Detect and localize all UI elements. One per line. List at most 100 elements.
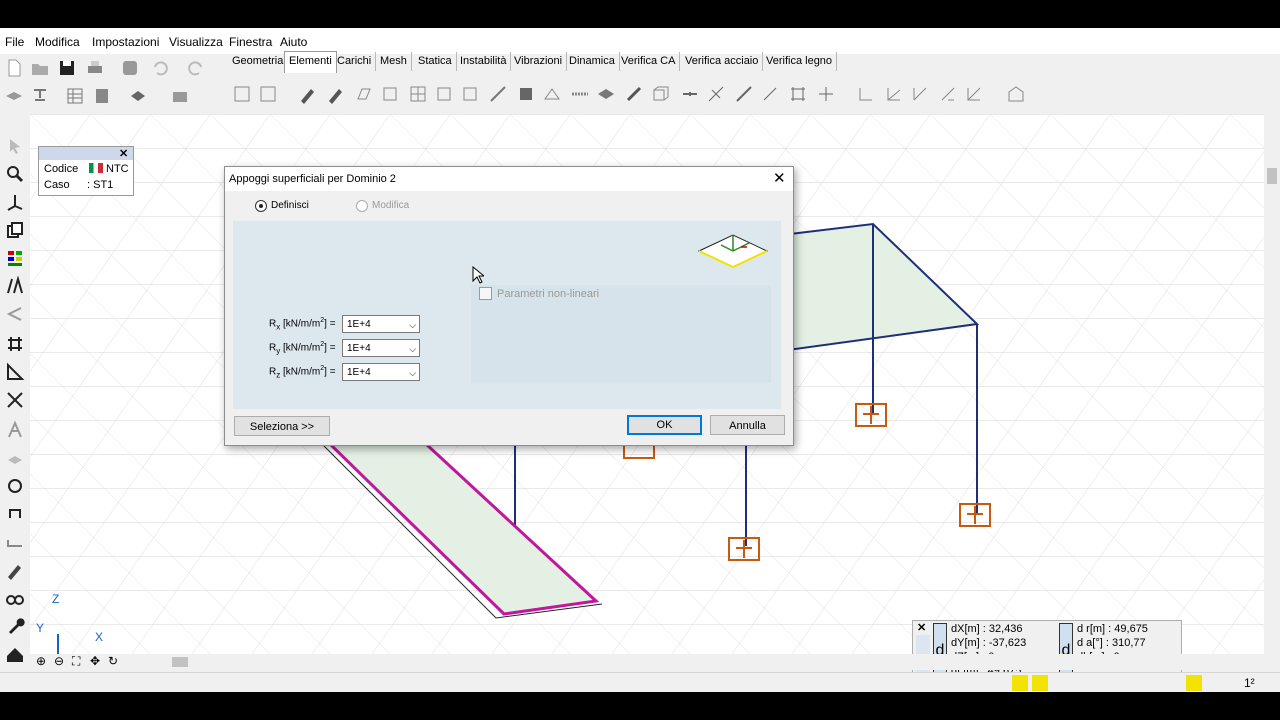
tab-dinamica[interactable]: Dinamica <box>565 52 620 71</box>
diagonal-icon[interactable] <box>734 84 754 104</box>
menu-finestra[interactable]: Finestra <box>229 35 272 49</box>
release-icon[interactable] <box>680 84 700 104</box>
vertical-scroll-thumb[interactable] <box>1267 168 1277 184</box>
pencil-icon[interactable] <box>298 84 318 104</box>
copy-icon[interactable] <box>5 220 25 240</box>
link-icon[interactable] <box>624 84 644 104</box>
grid-icon[interactable] <box>408 84 428 104</box>
table-icon[interactable] <box>65 86 85 106</box>
rotate-icon[interactable] <box>5 476 25 496</box>
glasses-icon[interactable] <box>5 588 25 608</box>
axis-alt-icon[interactable] <box>884 84 904 104</box>
element-tool-1-icon[interactable] <box>232 84 252 104</box>
tab-vibrazioni[interactable]: Vibrazioni <box>510 52 568 71</box>
tab-geometria[interactable]: Geometria <box>228 52 289 71</box>
shell-icon[interactable] <box>380 84 400 104</box>
pointer-icon[interactable] <box>5 136 25 156</box>
redo-icon[interactable] <box>186 58 206 78</box>
open-folder-icon[interactable] <box>30 58 50 78</box>
offset-icon[interactable] <box>5 532 25 552</box>
save-icon[interactable] <box>57 58 77 78</box>
snap-active-icon[interactable] <box>1012 675 1028 691</box>
tab-verifica-acciaio[interactable]: Verifica acciaio <box>681 52 764 71</box>
solid-alt-icon[interactable] <box>460 84 480 104</box>
horizontal-scroll-thumb[interactable] <box>172 657 188 667</box>
tab-mesh[interactable]: Mesh <box>376 52 412 71</box>
export-icon[interactable] <box>128 86 148 106</box>
wrench-icon[interactable] <box>5 616 25 636</box>
print-icon[interactable] <box>85 58 105 78</box>
seleziona-button[interactable]: Seleziona >> <box>234 416 330 436</box>
checkbox-nonlinear[interactable] <box>479 287 492 300</box>
menu-modifica[interactable]: Modifica <box>35 35 80 49</box>
arrows-snap-icon[interactable] <box>1186 675 1202 691</box>
tab-verifica-legno[interactable]: Verifica legno <box>762 52 838 71</box>
home-view-icon[interactable] <box>5 644 25 664</box>
mesh-tool-icon[interactable] <box>816 84 836 104</box>
element-tool-2-icon[interactable] <box>258 84 278 104</box>
wireframe-icon[interactable] <box>650 84 670 104</box>
axes-tool-icon[interactable] <box>5 192 25 212</box>
brush-icon[interactable] <box>5 560 25 580</box>
coords-close-icon[interactable]: ✕ <box>917 621 926 634</box>
axis-xyz-icon[interactable] <box>964 84 984 104</box>
tab-carichi[interactable]: Carichi <box>333 52 377 71</box>
measure-icon[interactable] <box>5 275 25 296</box>
rz-combo[interactable]: 1E+4 ⌵ <box>342 363 420 381</box>
undo-icon[interactable] <box>150 58 170 78</box>
pencil-alt-icon[interactable] <box>326 84 346 104</box>
colors-icon[interactable] <box>5 248 25 268</box>
building-icon[interactable] <box>1006 84 1026 104</box>
bracket-icon[interactable] <box>5 504 25 524</box>
report-icon[interactable] <box>92 86 112 106</box>
new-file-icon[interactable] <box>4 58 24 78</box>
split-icon[interactable] <box>5 390 25 410</box>
close-icon[interactable]: ✕ <box>773 169 786 187</box>
radio-modifica[interactable] <box>356 200 368 212</box>
dimension-icon[interactable] <box>5 362 25 382</box>
axis-rotate-icon[interactable] <box>938 84 958 104</box>
beam-diagonal-icon[interactable] <box>488 84 508 104</box>
zoom-icon[interactable] <box>5 164 25 184</box>
model-icon[interactable] <box>120 58 140 78</box>
grid-snap-icon[interactable] <box>1032 675 1048 691</box>
tab-verifica-ca[interactable]: Verifica CA <box>617 52 681 71</box>
pan-icon[interactable]: ✥ <box>90 654 100 668</box>
axis-diagonal-icon[interactable] <box>910 84 930 104</box>
axis-icon[interactable] <box>856 84 876 104</box>
angle-icon[interactable] <box>5 304 25 324</box>
frame-grid-icon[interactable] <box>788 84 808 104</box>
tab-elementi[interactable]: Elementi <box>284 51 337 73</box>
hatch-icon[interactable] <box>5 448 25 468</box>
bracing-icon[interactable] <box>706 84 726 104</box>
spring-icon[interactable] <box>570 84 590 104</box>
menu-file[interactable]: File <box>5 35 24 49</box>
radio-definisci[interactable] <box>255 200 267 212</box>
truss-icon[interactable] <box>542 84 562 104</box>
menu-aiuto[interactable]: Aiuto <box>280 35 307 49</box>
zoom-in-icon[interactable]: ⊕ <box>36 654 46 668</box>
text-label-icon[interactable] <box>5 420 25 440</box>
move-nodes-icon[interactable] <box>5 334 25 354</box>
menu-visualizza[interactable]: Visualizza <box>169 35 223 49</box>
legend-close-icon[interactable]: ✕ <box>119 147 128 160</box>
rx-combo[interactable]: 1E+4 ⌵ <box>342 315 420 333</box>
node-icon[interactable] <box>516 84 536 104</box>
solid-icon[interactable] <box>434 84 454 104</box>
vertical-scrollbar[interactable] <box>1264 114 1280 654</box>
layers-icon[interactable] <box>4 86 24 106</box>
zoom-fit-icon[interactable]: ⛶ <box>72 654 80 669</box>
rotate-view-icon[interactable]: ↻ <box>108 654 118 668</box>
zoom-out-icon[interactable]: ⊖ <box>54 654 64 668</box>
supports-icon[interactable] <box>30 86 50 106</box>
ry-combo[interactable]: 1E+4 ⌵ <box>342 339 420 357</box>
horizontal-scrollbar[interactable] <box>30 654 1264 670</box>
tab-instabilita[interactable]: Instabilità <box>456 52 512 71</box>
tab-statica[interactable]: Statica <box>414 52 457 71</box>
plate-icon[interactable] <box>354 84 374 104</box>
render-icon[interactable] <box>170 86 190 106</box>
annulla-button[interactable]: Annulla <box>710 415 785 435</box>
line-icon[interactable] <box>760 84 780 104</box>
surface-support-icon[interactable] <box>596 84 616 104</box>
ok-button[interactable]: OK <box>627 415 702 435</box>
